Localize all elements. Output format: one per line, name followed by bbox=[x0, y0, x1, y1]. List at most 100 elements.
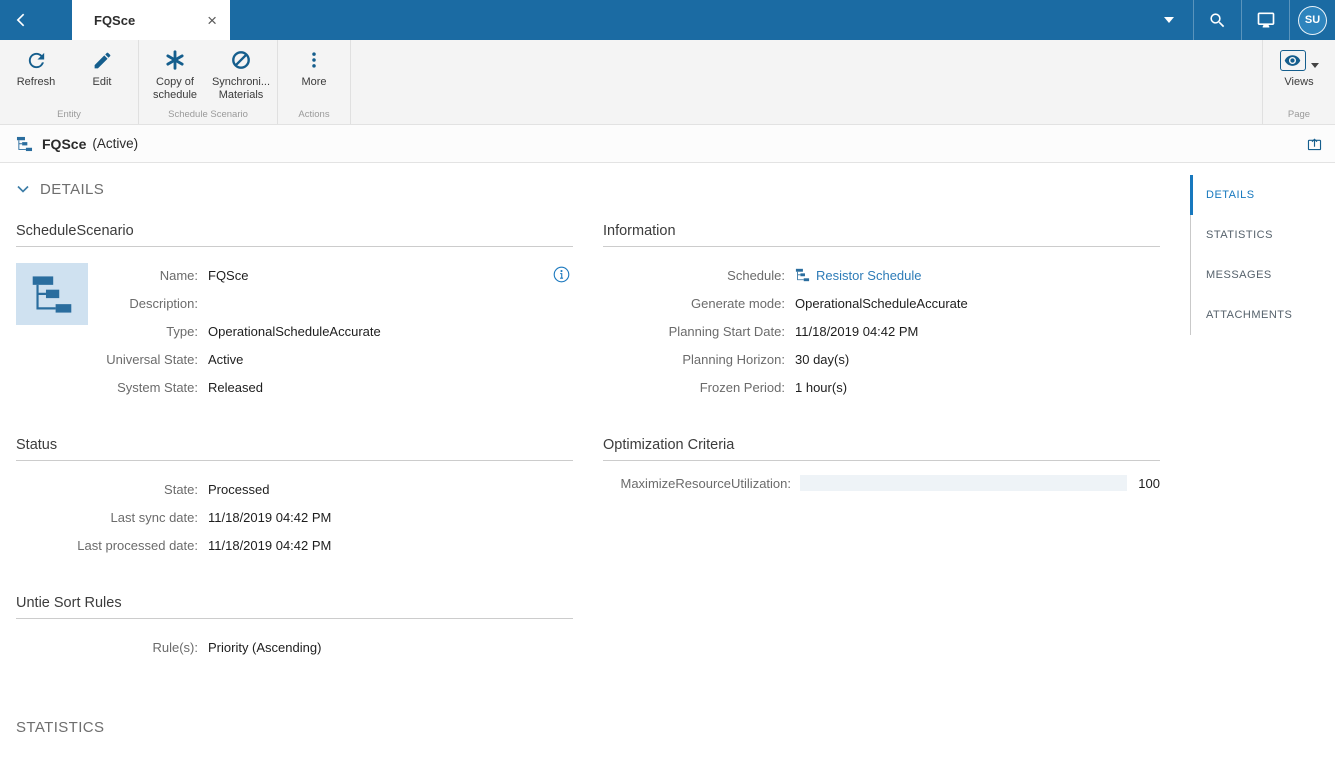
page-title: FQSce bbox=[42, 136, 86, 152]
field-row: State:Processed bbox=[16, 475, 573, 503]
back-button[interactable] bbox=[0, 0, 44, 40]
more-button[interactable]: More bbox=[281, 40, 347, 89]
more-label: More bbox=[301, 76, 326, 89]
tab-list-dropdown-button[interactable] bbox=[1145, 0, 1193, 40]
field-value: FQSce bbox=[208, 268, 248, 283]
field-label: Last sync date: bbox=[16, 510, 198, 525]
refresh-button[interactable]: Refresh bbox=[3, 40, 69, 89]
field-label: Planning Start Date: bbox=[603, 324, 785, 339]
panel-title: Optimization Criteria bbox=[603, 437, 1160, 461]
edit-label: Edit bbox=[93, 76, 112, 89]
asterisk-icon bbox=[164, 47, 186, 73]
field-value: Released bbox=[208, 380, 263, 395]
details-section-title: DETAILS bbox=[40, 181, 104, 198]
schedule-scenario-icon bbox=[16, 136, 33, 152]
field-label: Universal State: bbox=[16, 352, 198, 367]
field-row: Last sync date: 11/18/2019 04:42 PM bbox=[16, 503, 573, 531]
statistics-section-title: STATISTICS bbox=[16, 719, 104, 736]
synchronize-materials-label: Synchroni... Materials bbox=[208, 76, 274, 101]
search-button[interactable] bbox=[1193, 0, 1241, 40]
refresh-label: Refresh bbox=[17, 76, 56, 89]
field-label: Planning Horizon: bbox=[603, 352, 785, 367]
pencil-icon bbox=[92, 47, 113, 73]
field-value: Active bbox=[208, 352, 243, 367]
field-label: System State: bbox=[16, 380, 198, 395]
field-row: Last processed date: 11/18/2019 04:42 PM bbox=[16, 531, 573, 559]
panel-untie-sort-rules: Untie Sort Rules Rule(s):Priority (Ascen… bbox=[16, 595, 573, 661]
panel-information: Information Schedule: Resistor Schedule … bbox=[603, 223, 1160, 401]
schedule-link[interactable]: Resistor Schedule bbox=[816, 268, 922, 283]
ribbon-group-page: Views Page bbox=[1262, 40, 1335, 124]
nav-item-attachments[interactable]: ATTACHMENTS bbox=[1191, 295, 1335, 335]
entity-title-bar: FQSce (Active) bbox=[0, 125, 1335, 163]
nav-item-messages[interactable]: MESSAGES bbox=[1191, 255, 1335, 295]
optimization-value: 100 bbox=[1136, 476, 1160, 491]
field-value: 30 day(s) bbox=[795, 352, 849, 367]
topbar: FQSce × SU bbox=[0, 0, 1335, 40]
ribbon-spacer bbox=[351, 40, 1262, 124]
sync-materials-icon bbox=[230, 47, 252, 73]
field-row: Planning Start Date:11/18/2019 04:42 PM bbox=[603, 317, 1160, 345]
field-label: State: bbox=[16, 482, 198, 497]
copy-of-schedule-button[interactable]: Copy of schedule bbox=[142, 40, 208, 101]
scenario-thumbnail bbox=[16, 263, 88, 325]
views-button[interactable]: Views bbox=[1266, 40, 1332, 89]
panel-title: ScheduleScenario bbox=[16, 223, 573, 247]
details-section-header[interactable]: DETAILS bbox=[16, 179, 1190, 199]
schedule-icon bbox=[795, 268, 810, 282]
ribbon-toolbar: Refresh Edit Entity Copy of schedule bbox=[0, 40, 1335, 125]
open-in-window-icon bbox=[1306, 135, 1323, 152]
field-row: Generate mode:OperationalScheduleAccurat… bbox=[603, 289, 1160, 317]
panel-schedule-scenario: ScheduleScenario Name:FQSce Description:… bbox=[16, 223, 573, 401]
refresh-icon bbox=[25, 47, 48, 73]
panel-status: Status State:Processed Last sync date: 11… bbox=[16, 437, 573, 559]
field-label: Frozen Period: bbox=[603, 380, 785, 395]
field-value: OperationalScheduleAccurate bbox=[208, 324, 381, 339]
field-value: 11/18/2019 04:42 PM bbox=[208, 538, 331, 553]
nav-item-details[interactable]: DETAILS bbox=[1191, 175, 1335, 215]
chevron-left-icon bbox=[12, 10, 32, 30]
field-value: 11/18/2019 04:42 PM bbox=[208, 510, 331, 525]
user-menu-button[interactable]: SU bbox=[1289, 0, 1335, 40]
statistics-section-header[interactable]: STATISTICS bbox=[16, 717, 1190, 737]
tab-title: FQSce bbox=[94, 13, 202, 28]
ribbon-group-label-actions: Actions bbox=[281, 109, 347, 124]
nav-item-statistics[interactable]: STATISTICS bbox=[1191, 215, 1335, 255]
info-icon[interactable] bbox=[552, 265, 571, 284]
avatar: SU bbox=[1298, 6, 1327, 35]
field-value: 1 hour(s) bbox=[795, 380, 847, 395]
field-row: Planning Horizon: 30 day(s) bbox=[603, 345, 1160, 373]
topbar-spacer bbox=[230, 0, 1145, 40]
tab-close-icon[interactable]: × bbox=[202, 10, 222, 31]
eye-icon bbox=[1280, 50, 1306, 71]
optimization-label: MaximizeResourceUtilization: bbox=[603, 476, 791, 491]
ribbon-group-actions: More Actions bbox=[278, 40, 351, 124]
more-dots-icon bbox=[304, 47, 324, 73]
field-row: Rule(s): Priority (Ascending) bbox=[16, 633, 573, 661]
tab-fqsce[interactable]: FQSce × bbox=[72, 0, 230, 40]
open-in-window-button[interactable] bbox=[1304, 133, 1325, 154]
optimization-row: MaximizeResourceUtilization: 100 bbox=[603, 475, 1160, 491]
panel-optimization-criteria: Optimization Criteria MaximizeResourceUt… bbox=[603, 437, 1160, 491]
panel-title: Status bbox=[16, 437, 573, 461]
field-row: Name:FQSce bbox=[16, 261, 573, 289]
monitor-button[interactable] bbox=[1241, 0, 1289, 40]
field-value: Priority (Ascending) bbox=[208, 640, 321, 655]
content-area: DETAILS ScheduleScenario Name:FQSce Desc… bbox=[0, 163, 1335, 760]
field-row: Type:OperationalScheduleAccurate bbox=[16, 317, 573, 345]
synchronize-materials-button[interactable]: Synchroni... Materials bbox=[208, 40, 274, 101]
views-label: Views bbox=[1284, 76, 1313, 89]
field-label: Rule(s): bbox=[16, 640, 198, 655]
field-label: Last processed date: bbox=[16, 538, 198, 553]
main-panel: DETAILS ScheduleScenario Name:FQSce Desc… bbox=[0, 163, 1190, 760]
section-nav: DETAILS STATISTICS MESSAGES ATTACHMENTS bbox=[1190, 163, 1335, 760]
field-row: System State: Released bbox=[16, 373, 573, 401]
edit-button[interactable]: Edit bbox=[69, 40, 135, 89]
field-row: Universal State: Active bbox=[16, 345, 573, 373]
optimization-progress-bar bbox=[800, 475, 1127, 491]
chevron-down-icon bbox=[1164, 17, 1174, 23]
ribbon-group-schedule-scenario: Copy of schedule Synchroni... Materials … bbox=[139, 40, 278, 124]
field-value: OperationalScheduleAccurate bbox=[795, 296, 968, 311]
copy-of-schedule-label: Copy of schedule bbox=[142, 76, 208, 101]
search-icon bbox=[1208, 11, 1227, 30]
